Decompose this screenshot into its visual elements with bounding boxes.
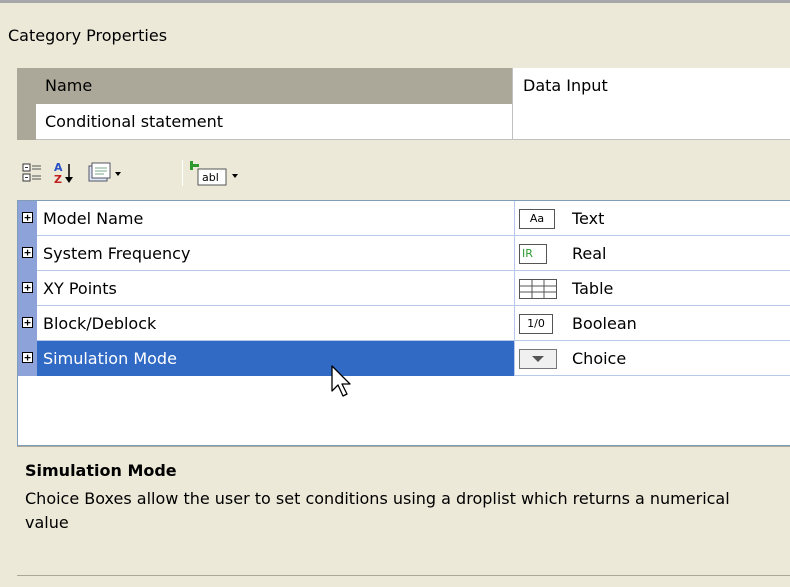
property-type: IR Real bbox=[515, 236, 790, 271]
property-list: + Model Name Aa Text + System Frequency … bbox=[17, 200, 790, 446]
property-label: Simulation Mode bbox=[37, 341, 515, 376]
boolean-type-icon: 1/0 bbox=[519, 314, 553, 334]
add-field-icon: abl bbox=[190, 161, 238, 186]
row-margin bbox=[17, 104, 36, 140]
description-text: Choice Boxes allow the user to set condi… bbox=[25, 489, 730, 532]
panel-title: Category Properties bbox=[8, 26, 168, 45]
property-pages-icon bbox=[88, 162, 121, 182]
expand-icon[interactable]: + bbox=[22, 317, 33, 328]
toolbar-separator bbox=[182, 160, 183, 186]
category-name-label: Name bbox=[36, 68, 513, 104]
property-toolbar: A Z abl bbox=[22, 158, 322, 188]
expand-icon[interactable]: + bbox=[22, 282, 33, 293]
mouse-cursor-icon bbox=[331, 365, 351, 397]
property-row-xy-points[interactable]: + XY Points Table bbox=[18, 271, 790, 306]
add-field-button[interactable]: abl bbox=[190, 158, 252, 188]
categorized-view-icon bbox=[22, 163, 41, 182]
property-row-simulation-mode[interactable]: + Simulation Mode Choice bbox=[18, 341, 790, 376]
categorized-view-button[interactable] bbox=[22, 158, 42, 188]
category-header-row[interactable]: Name Data Input bbox=[17, 68, 790, 104]
choice-type-icon bbox=[519, 349, 557, 369]
property-label: Model Name bbox=[37, 201, 515, 236]
description-panel: Simulation Mode Choice Boxes allow the u… bbox=[17, 446, 790, 570]
svg-text:Z: Z bbox=[54, 173, 62, 186]
category-row-value[interactable] bbox=[514, 104, 790, 140]
property-label: System Frequency bbox=[37, 236, 515, 271]
property-type-label: Boolean bbox=[572, 314, 637, 333]
property-type-label: Text bbox=[572, 209, 605, 228]
real-type-icon: IR bbox=[519, 244, 547, 264]
property-type-label: Table bbox=[572, 279, 614, 298]
property-pages-button[interactable] bbox=[86, 158, 124, 188]
row-margin bbox=[17, 68, 36, 104]
property-type: Choice bbox=[515, 341, 790, 376]
description-title: Simulation Mode bbox=[25, 461, 177, 480]
text-type-icon: Aa bbox=[519, 209, 555, 229]
expand-icon[interactable]: + bbox=[22, 212, 33, 223]
alphabetical-sort-button[interactable]: A Z bbox=[52, 158, 76, 188]
top-border bbox=[0, 0, 790, 3]
property-type: Aa Text bbox=[515, 201, 790, 236]
bottom-border bbox=[17, 575, 790, 576]
category-row-label: Conditional statement bbox=[36, 104, 513, 140]
property-row-system-frequency[interactable]: + System Frequency IR Real bbox=[18, 236, 790, 271]
alphabetical-sort-icon: A Z bbox=[54, 161, 73, 186]
expand-icon[interactable]: + bbox=[22, 247, 33, 258]
category-properties-grid: Name Data Input Conditional statement bbox=[17, 68, 790, 140]
property-type: Table bbox=[515, 271, 790, 306]
table-type-icon bbox=[519, 279, 557, 299]
property-label: Block/Deblock bbox=[37, 306, 515, 341]
property-label: XY Points bbox=[37, 271, 515, 306]
svg-text:abl: abl bbox=[202, 171, 219, 184]
category-row[interactable]: Conditional statement bbox=[17, 104, 790, 140]
property-row-block-deblock[interactable]: + Block/Deblock 1/0 Boolean bbox=[18, 306, 790, 341]
property-type-label: Choice bbox=[572, 349, 627, 368]
expand-icon[interactable]: + bbox=[22, 352, 33, 363]
property-type: 1/0 Boolean bbox=[515, 306, 790, 341]
property-type-label: Real bbox=[572, 244, 607, 263]
property-row-model-name[interactable]: + Model Name Aa Text bbox=[18, 201, 790, 236]
category-name-value[interactable]: Data Input bbox=[514, 68, 790, 104]
